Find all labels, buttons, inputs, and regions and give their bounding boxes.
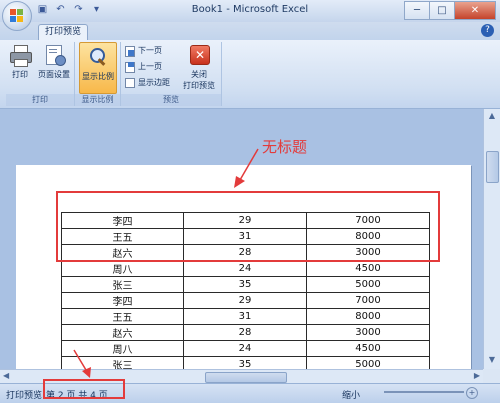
name-cell: 赵六 [61, 324, 184, 341]
zoom-slider[interactable] [384, 391, 464, 393]
print-group: 打印 页面设置 打印 [6, 42, 75, 106]
annotation-page-highlight [43, 379, 125, 399]
close-print-preview-button[interactable]: ✕ 关闭 打印预览 [179, 44, 219, 91]
previous-page-button[interactable]: 上一页 [125, 61, 162, 73]
name-cell: 王五 [61, 308, 184, 325]
zoom-group: 显示比例 显示比例 [75, 42, 121, 106]
show-margins-label: 显示边距 [138, 78, 170, 87]
table-row: 王五 31 8000 [61, 308, 430, 325]
show-margins-checkbox[interactable]: 显示边距 [125, 77, 170, 88]
close-preview-icon: ✕ [188, 44, 210, 66]
salary-cell: 8000 [306, 308, 430, 325]
age-cell: 31 [183, 308, 307, 325]
table-row: 李四 29 7000 [61, 292, 430, 309]
age-cell: 24 [183, 260, 307, 277]
close-window-button[interactable]: ✕ [454, 1, 496, 20]
name-cell: 周八 [61, 340, 184, 357]
salary-cell: 4500 [306, 340, 430, 357]
window-controls: ─ □ ✕ [404, 1, 496, 20]
ribbon: 打印 页面设置 打印 显示比例 显示比例 下一页 上一页 显示边距 ✕ 关闭 打… [0, 40, 500, 109]
previous-page-icon [125, 61, 135, 73]
age-cell: 24 [183, 340, 307, 357]
scroll-down-icon[interactable]: ▼ [486, 355, 498, 367]
page-setup-label: 页面设置 [38, 70, 70, 79]
age-cell: 29 [183, 292, 307, 309]
next-page-button[interactable]: 下一页 [125, 45, 162, 57]
table-row: 张三 35 5000 [61, 276, 430, 293]
close-preview-label-2: 打印预览 [183, 81, 215, 90]
salary-cell: 5000 [306, 276, 430, 293]
age-cell: 28 [183, 324, 307, 341]
salary-cell: 3000 [306, 324, 430, 341]
preview-group-label: 预览 [121, 94, 221, 106]
salary-cell: 4500 [306, 260, 430, 277]
maximize-button[interactable]: □ [429, 1, 455, 20]
next-page-label: 下一页 [138, 46, 162, 55]
name-cell: 李四 [61, 292, 184, 309]
status-mode: 打印预览 [6, 391, 43, 401]
preview-group: 下一页 上一页 显示边距 ✕ 关闭 打印预览 预览 [121, 42, 222, 106]
print-group-label: 打印 [6, 94, 74, 106]
magnifier-icon [87, 46, 109, 68]
horizontal-scroll-thumb[interactable] [205, 372, 287, 383]
minimize-button[interactable]: ─ [404, 1, 430, 20]
page-setup-icon [43, 44, 66, 66]
vertical-scrollbar[interactable]: ▲ ▼ [483, 109, 500, 369]
ribbon-tab-row: 打印预览 ? [0, 22, 500, 41]
zoom-label: 显示比例 [82, 72, 114, 81]
office-logo-icon [10, 9, 24, 23]
page-setup-button[interactable]: 页面设置 [36, 44, 72, 80]
zoom-button[interactable]: 显示比例 [79, 42, 117, 94]
close-preview-label-1: 关闭 [191, 70, 207, 79]
title-bar: ▣ ↶ ↷ ▾ Book1 - Microsoft Excel ─ □ ✕ [0, 0, 500, 31]
print-button[interactable]: 打印 [8, 44, 32, 80]
tab-print-preview[interactable]: 打印预览 [38, 24, 89, 41]
salary-cell: 7000 [306, 292, 430, 309]
annotation-label: 无标题 [262, 138, 308, 156]
scroll-left-icon[interactable]: ◀ [3, 371, 9, 380]
next-page-icon [125, 45, 135, 57]
printer-icon [9, 44, 32, 67]
table-row: 赵六 28 3000 [61, 324, 430, 341]
office-button[interactable] [2, 1, 32, 31]
scroll-right-icon[interactable]: ▶ [474, 371, 480, 380]
name-cell: 张三 [61, 276, 184, 293]
zoom-group-label: 显示比例 [75, 94, 120, 106]
annotation-table-highlight [56, 191, 440, 262]
checkbox-icon [125, 77, 135, 88]
help-icon[interactable]: ? [481, 24, 494, 37]
previous-page-label: 上一页 [138, 62, 162, 71]
zoom-out-label[interactable]: 缩小 [342, 388, 360, 401]
name-cell: 周八 [61, 260, 184, 277]
scroll-up-icon[interactable]: ▲ [486, 111, 498, 123]
print-label: 打印 [12, 70, 28, 79]
vertical-scroll-thumb[interactable] [486, 151, 499, 183]
table-row: 周八 24 4500 [61, 260, 430, 277]
table-row: 周八 24 4500 [61, 340, 430, 357]
zoom-in-icon[interactable]: + [466, 387, 478, 399]
age-cell: 35 [183, 276, 307, 293]
